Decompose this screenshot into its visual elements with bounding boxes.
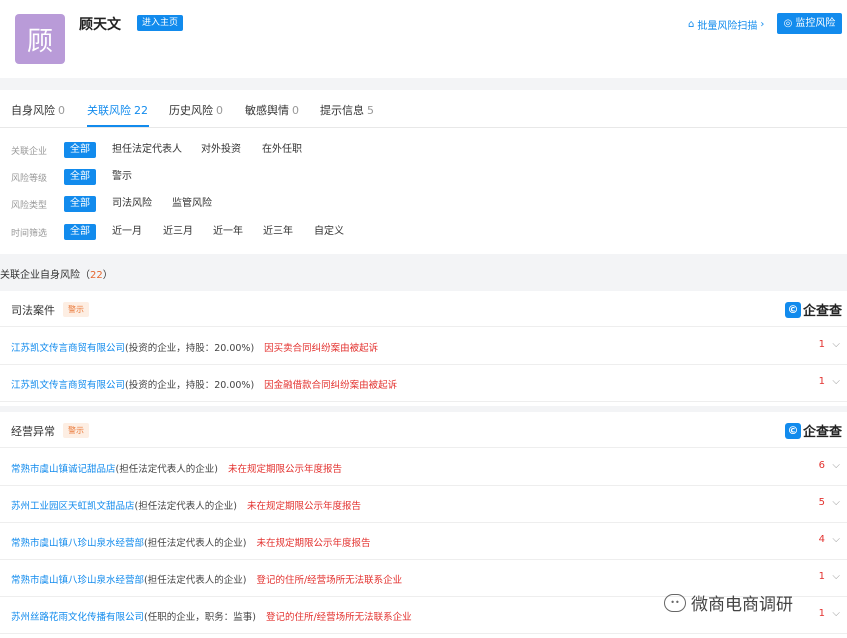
filter-option[interactable]: 近一月 bbox=[106, 224, 148, 240]
filter-label: 关联企业 bbox=[11, 147, 48, 157]
filter-option[interactable]: 担任法定代表人 bbox=[106, 142, 188, 158]
table-row[interactable]: 江苏凯文传言商贸有限公司(投资的企业，持股：20.00%) 因金融借款合同纠纷案由… bbox=[0, 365, 847, 402]
filter-option[interactable]: 自定义 bbox=[308, 224, 350, 240]
filter-row-type: 风险类型 全部 司法风险 监管风险 bbox=[0, 194, 847, 214]
chevron-down-icon[interactable]: ⌵ bbox=[832, 460, 840, 471]
scan-icon: ⌂ bbox=[688, 19, 695, 30]
monitor-risk-button[interactable]: ◎ 监控风险 bbox=[777, 13, 842, 34]
card-header: 司法案件 警示 © 企查查 bbox=[0, 291, 847, 327]
filter-option[interactable]: 对外投资 bbox=[195, 142, 247, 158]
chevron-down-icon[interactable]: ⌵ bbox=[832, 571, 840, 582]
active-tab-underline bbox=[87, 125, 149, 127]
filter-option[interactable]: 全部 bbox=[64, 142, 96, 158]
filter-row-level: 风险等级 全部 警示 bbox=[0, 167, 847, 187]
qichacha-icon: © bbox=[784, 422, 801, 439]
risk-count: 1 bbox=[818, 571, 825, 582]
company-link[interactable]: 苏州工业园区天虹凯文甜品店 bbox=[11, 501, 135, 512]
tab-history-risk[interactable]: 历史风险 0 bbox=[169, 102, 223, 118]
tab-notice-info[interactable]: 提示信息 5 bbox=[320, 102, 374, 118]
filter-label: 风险类型 bbox=[11, 201, 48, 211]
watermark: •• 微商电商调研 bbox=[664, 590, 793, 615]
filter-row-time: 时间筛选 全部 近一月 近三月 近一年 近三年 自定义 bbox=[0, 222, 847, 242]
company-link[interactable]: 常熟市虞山镇诚记甜品店 bbox=[11, 464, 116, 475]
filter-panel: 关联企业 全部 担任法定代表人 对外投资 在外任职 风险等级 全部 警示 风险类… bbox=[0, 128, 847, 254]
filter-option[interactable]: 监管风险 bbox=[166, 196, 218, 212]
filter-option[interactable]: 在外任职 bbox=[256, 142, 308, 158]
chevron-down-icon[interactable]: ⌵ bbox=[832, 497, 840, 508]
person-name: 顾天文 bbox=[79, 17, 121, 33]
table-row[interactable]: 常熟市虞山镇诚记甜品店(担任法定代表人的企业) 未在规定期限公示年度报告 6 ⌵ bbox=[0, 449, 847, 486]
filter-label: 风险等级 bbox=[11, 174, 48, 184]
chevron-down-icon[interactable]: ⌵ bbox=[832, 534, 840, 545]
filter-label: 时间筛选 bbox=[11, 229, 48, 239]
brand-logo: © 企查查 bbox=[784, 421, 842, 440]
wechat-icon: •• bbox=[664, 593, 686, 612]
risk-count: 1 bbox=[818, 339, 825, 350]
filter-option[interactable]: 全部 bbox=[64, 196, 96, 212]
risk-tabs: 自身风险 0 关联风险 22 历史风险 0 敏感舆情 0 提示信息 5 bbox=[0, 90, 847, 128]
table-row[interactable]: 苏州工业园区天虹凯文甜品店(担任法定代表人的企业) 未在规定期限公示年度报告 5 … bbox=[0, 486, 847, 523]
company-link[interactable]: 江苏凯文传言商贸有限公司 bbox=[11, 343, 125, 354]
filter-option[interactable]: 全部 bbox=[64, 224, 96, 240]
company-link[interactable]: 江苏凯文传言商贸有限公司 bbox=[11, 380, 125, 391]
tab-related-risk[interactable]: 关联风险 22 bbox=[87, 102, 148, 118]
chevron-right-icon: › bbox=[760, 19, 765, 30]
monitor-icon: ◎ bbox=[783, 18, 793, 29]
card-title: 经营异常 bbox=[11, 425, 55, 438]
tab-self-risk[interactable]: 自身风险 0 bbox=[11, 102, 65, 118]
chevron-down-icon[interactable]: ⌵ bbox=[832, 376, 840, 387]
filter-option[interactable]: 警示 bbox=[106, 169, 138, 185]
filter-option[interactable]: 司法风险 bbox=[106, 196, 158, 212]
avatar: 顾 bbox=[15, 14, 65, 64]
filter-row-related: 关联企业 全部 担任法定代表人 对外投资 在外任职 bbox=[0, 140, 847, 160]
risk-count: 4 bbox=[818, 534, 825, 545]
chevron-down-icon[interactable]: ⌵ bbox=[832, 339, 840, 350]
filter-option[interactable]: 近三年 bbox=[257, 224, 299, 240]
tab-sensitive-news[interactable]: 敏感舆情 0 bbox=[245, 102, 299, 118]
card-header: 经营异常 警示 © 企查查 bbox=[0, 412, 847, 448]
brand-logo: © 企查查 bbox=[784, 300, 842, 319]
risk-count: 6 bbox=[818, 460, 825, 471]
qichacha-icon: © bbox=[784, 301, 801, 318]
company-link[interactable]: 常熟市虞山镇八珍山泉水经营部 bbox=[11, 538, 144, 549]
table-row[interactable]: 江苏凯文传言商贸有限公司(投资的企业，持股：20.00%) 因买卖合同纠纷案由被起… bbox=[0, 328, 847, 365]
filter-option[interactable]: 近一年 bbox=[207, 224, 249, 240]
batch-scan-link[interactable]: ⌂ 批量风险扫描 › bbox=[688, 17, 764, 32]
company-link[interactable]: 常熟市虞山镇八珍山泉水经营部 bbox=[11, 575, 144, 586]
batch-scan-label: 批量风险扫描 bbox=[697, 21, 758, 32]
monitor-label: 监控风险 bbox=[795, 18, 836, 29]
judicial-card: 司法案件 警示 © 企查查 江苏凯文传言商贸有限公司(投资的企业，持股：20.0… bbox=[0, 291, 847, 406]
enter-home-button[interactable]: 进入主页 bbox=[137, 15, 184, 31]
section-title: 关联企业自身风险（22） bbox=[0, 270, 113, 281]
warning-badge: 警示 bbox=[63, 423, 89, 438]
table-row[interactable]: 常熟市虞山镇八珍山泉水经营部(担任法定代表人的企业) 未在规定期限公示年度报告 4… bbox=[0, 523, 847, 560]
risk-count: 5 bbox=[818, 497, 825, 508]
risk-count: 1 bbox=[818, 608, 825, 619]
warning-badge: 警示 bbox=[63, 302, 89, 317]
card-title: 司法案件 bbox=[11, 304, 55, 317]
chevron-down-icon[interactable]: ⌵ bbox=[832, 608, 840, 619]
risk-count: 1 bbox=[818, 376, 825, 387]
company-link[interactable]: 苏州丝路花雨文化传播有限公司 bbox=[11, 612, 144, 623]
profile-header: 顾 顾天文 进入主页 ⌂ 批量风险扫描 › ◎ 监控风险 bbox=[0, 0, 847, 78]
filter-option[interactable]: 全部 bbox=[64, 169, 96, 185]
filter-option[interactable]: 近三月 bbox=[157, 224, 199, 240]
